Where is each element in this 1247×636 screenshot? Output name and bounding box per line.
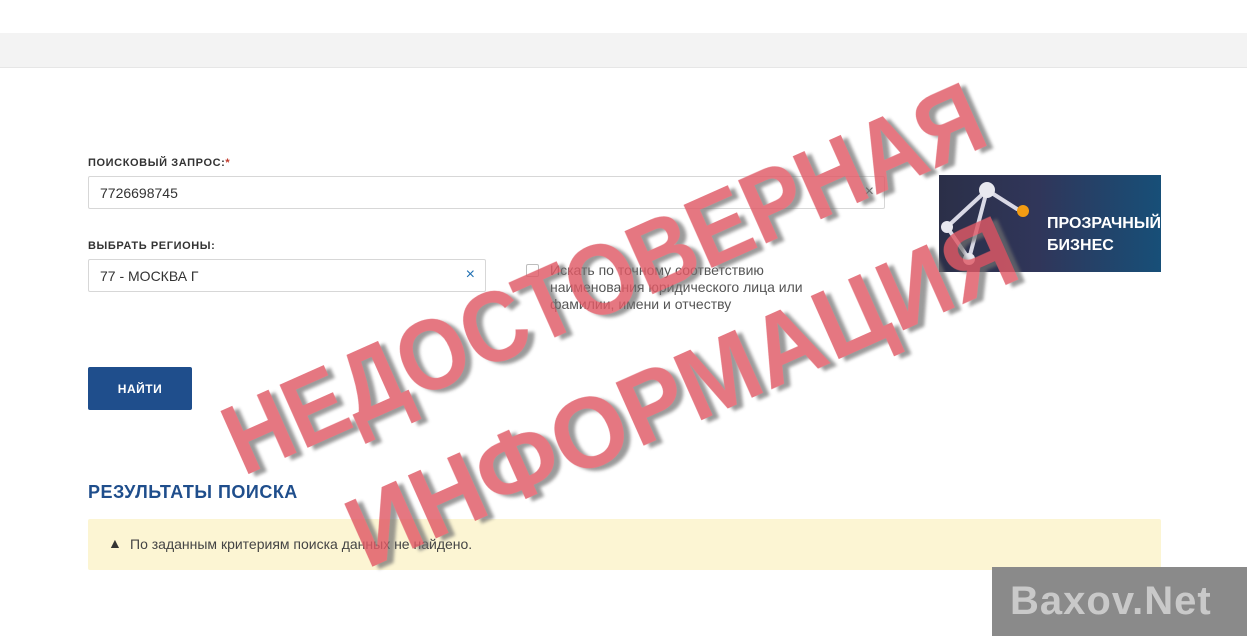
- search-query-input[interactable]: [100, 177, 736, 208]
- region-label: ВЫБРАТЬ РЕГИОНЫ:: [88, 240, 216, 252]
- transparent-business-logo: ПРОЗРАЧНЫЙ БИЗНЕС: [939, 175, 1161, 272]
- region-select[interactable]: ×: [88, 259, 486, 292]
- exact-match-checkbox[interactable]: [526, 264, 539, 277]
- exact-match-label: Искать по точному соответствию наименова…: [550, 262, 803, 312]
- search-query-field[interactable]: ×: [88, 176, 885, 209]
- warning-icon: ▲: [108, 535, 122, 551]
- query-label: ПОИСКОВЫЙ ЗАПРОС:*: [88, 157, 231, 169]
- logo-text-line1: ПРОЗРАЧНЫЙ: [1047, 215, 1161, 232]
- watermark-text: Baxov.Net: [1010, 579, 1212, 623]
- top-bar: [0, 33, 1247, 68]
- site-watermark: Baxov.Net: [992, 567, 1247, 636]
- results-title: РЕЗУЛЬТАТЫ ПОИСКА: [88, 482, 298, 502]
- clear-region-icon[interactable]: ×: [466, 266, 475, 284]
- region-input[interactable]: [100, 260, 417, 291]
- no-results-message: По заданным критериям поиска данных не н…: [130, 536, 473, 552]
- required-mark: *: [225, 157, 231, 169]
- clear-query-icon[interactable]: ×: [865, 183, 874, 201]
- no-results-alert: ▲ По заданным критериям поиска данных не…: [88, 519, 1161, 570]
- search-button[interactable]: НАЙТИ: [88, 367, 192, 410]
- logo-text-line2: БИЗНЕС: [1047, 237, 1114, 254]
